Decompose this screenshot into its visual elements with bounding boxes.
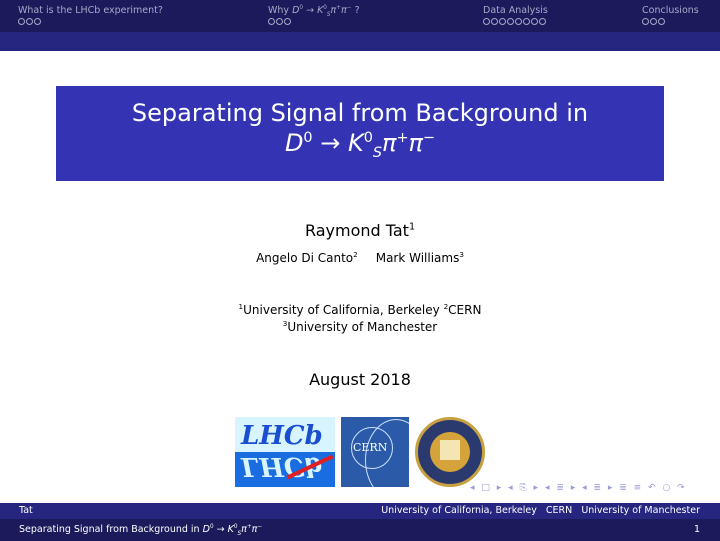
nav-dot[interactable] [507, 18, 514, 25]
math-K: K [347, 129, 364, 157]
lhcb-logo: LHCb LHCb [235, 417, 335, 487]
uc-seal-logo [415, 417, 485, 487]
logos: LHCb LHCb CERN [235, 417, 485, 492]
nav-dot[interactable] [268, 18, 275, 25]
coauthor-name: Angelo Di Canto [256, 251, 354, 265]
math-pi: π [408, 129, 423, 157]
header-navigation-bar: What is the LHCb experiment? Why D0 → K0… [0, 0, 720, 32]
math-arrow: → [320, 129, 341, 157]
nav-dot[interactable] [515, 18, 522, 25]
math-sup: + [396, 130, 409, 146]
presentation-date: August 2018 [309, 370, 411, 389]
footer-line-2: Separating Signal from Background in D0 … [0, 519, 720, 541]
math-arrow: → [216, 524, 225, 535]
math-sub: S [372, 144, 383, 161]
nav-section-dots [18, 18, 163, 27]
beamer-navigation-symbols[interactable]: ◂ □ ▸ ◂ ⎘ ▸ ◂ ≣ ▸ ◂ ≣ ▸ ≣ ≡ ↶ ○ ↷ [470, 483, 687, 493]
nav-dot[interactable] [499, 18, 506, 25]
nav-dot[interactable] [650, 18, 657, 25]
nav-dot[interactable] [276, 18, 283, 25]
math-sup: 0 [363, 130, 373, 146]
title-box: Separating Signal from Background in D0 … [56, 86, 664, 181]
nav-dot[interactable] [18, 18, 25, 25]
nav-section-label: What is the LHCb experiment? [18, 5, 163, 16]
math-D: D [284, 129, 304, 157]
cern-logo-text: CERN [353, 441, 388, 454]
footer-author: Tat [19, 505, 33, 516]
footer-institutes: University of California, Berkeley CERN … [381, 505, 700, 516]
cern-logo: CERN [341, 417, 409, 487]
footer-line-1: Tat University of California, Berkeley C… [0, 503, 720, 519]
nav-dot[interactable] [642, 18, 649, 25]
math-sup: − [422, 130, 436, 146]
institutions-line-2: 3University of Manchester [0, 320, 720, 334]
nav-dot[interactable] [539, 18, 546, 25]
lhcb-logo-text: LHCb [241, 421, 323, 451]
math-arrow: → [306, 5, 315, 16]
math-sup: 0 [323, 4, 327, 11]
nav-dot[interactable] [658, 18, 665, 25]
math-sup: − [257, 523, 263, 530]
nav-section-label: Why D0 → K0Sπ+π− ? [268, 4, 360, 18]
nav-section-data-analysis[interactable]: Data Analysis [483, 5, 548, 27]
header-subsection-strip [0, 32, 720, 51]
affiliation-mark: 1 [408, 221, 416, 233]
nav-dot[interactable] [523, 18, 530, 25]
math-question: ? [354, 5, 360, 16]
coauthors: Angelo Di Canto2 Mark Williams3 [0, 251, 720, 265]
nav-dot[interactable] [531, 18, 538, 25]
institution-name: University of Manchester [287, 320, 438, 334]
nav-dot[interactable] [34, 18, 41, 25]
nav-section-label: Conclusions [642, 5, 699, 16]
footer-title: Separating Signal from Background in D0 … [19, 519, 262, 541]
nav-dot[interactable] [491, 18, 498, 25]
nav-section-why[interactable]: Why D0 → K0Sπ+π− ? [268, 5, 360, 27]
nav-section-dots [268, 18, 360, 27]
title-line-2: D0 → K0Sπ+π− [56, 128, 664, 161]
math-sup: 0 [209, 523, 214, 530]
coauthor-name: Mark Williams [375, 251, 460, 265]
affiliation-mark: 2 [353, 250, 358, 259]
footer-title-text: Separating Signal from Background in [19, 524, 200, 535]
math-pi: π [382, 129, 397, 157]
nav-section-lhcb[interactable]: What is the LHCb experiment? [18, 5, 163, 27]
institutions-line-1: 1University of California, Berkeley 2CER… [0, 303, 720, 317]
math-sup: 0 [233, 523, 238, 530]
math-D: D [202, 524, 210, 535]
math-sup: 0 [303, 130, 313, 146]
title-line-1: Separating Signal from Background in [131, 99, 589, 127]
nav-dot[interactable] [483, 18, 490, 25]
affiliation-mark: 3 [459, 250, 464, 259]
math-sup: 0 [299, 4, 304, 11]
nav-section-label: Data Analysis [483, 5, 548, 16]
nav-section-dots [483, 18, 548, 27]
nav-dot[interactable] [26, 18, 33, 25]
page-number: 1 [693, 524, 700, 535]
why-word: Why [268, 5, 290, 16]
nav-section-dots [642, 18, 699, 27]
institution-name: University of California, Berkeley [243, 303, 440, 317]
uc-seal-book-icon [440, 440, 460, 460]
author-name: Raymond Tat [304, 221, 409, 240]
math-sup: − [346, 4, 352, 11]
institution-name: CERN [448, 303, 482, 317]
nav-section-conclusions[interactable]: Conclusions [642, 5, 699, 27]
main-author: Raymond Tat1 [0, 221, 720, 240]
nav-dot[interactable] [284, 18, 291, 25]
